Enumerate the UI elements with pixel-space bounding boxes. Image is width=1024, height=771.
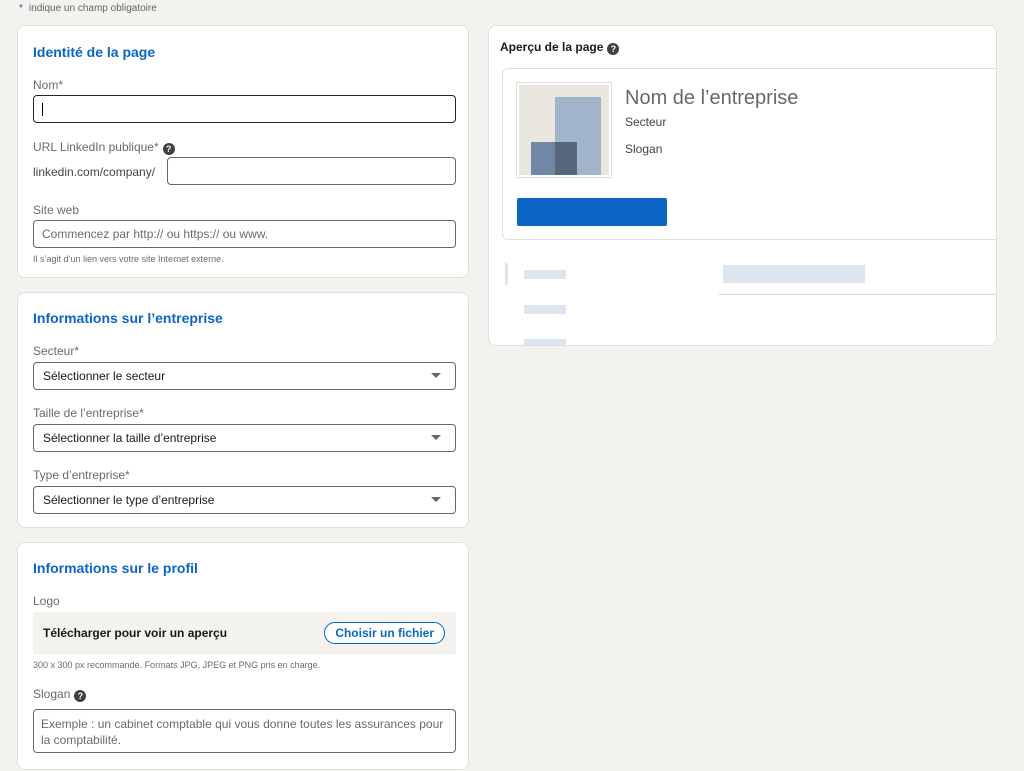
type-label: Type d’entreprise* (33, 468, 130, 482)
url-input[interactable] (167, 157, 456, 185)
website-label: Site web (33, 203, 80, 217)
skeleton-bar (524, 305, 566, 314)
preview-card: Aperçu de la page? Nom de l’entreprise S… (488, 25, 997, 346)
company-card: Informations sur l’entreprise Secteur* S… (17, 292, 469, 528)
preview-page: Nom de l’entreprise Secteur Slogan (502, 68, 996, 240)
name-label: Nom* (33, 78, 64, 92)
name-input[interactable] (33, 95, 456, 123)
preview-slogan: Slogan (625, 142, 663, 156)
size-label: Taille de l’entreprise* (33, 406, 144, 420)
slogan-input[interactable]: Exemple : un cabinet comptable qui vous … (33, 709, 456, 753)
size-select[interactable]: Sélectionner la taille d’entreprise (33, 424, 456, 452)
website-hint: Il s’agit d’un lien vers votre site Inte… (33, 254, 224, 264)
chevron-down-icon (431, 373, 441, 378)
type-select[interactable]: Sélectionner le type d’entreprise (33, 486, 456, 514)
skeleton-bar (524, 339, 566, 345)
skeleton-content-bar (723, 265, 865, 283)
skeleton-divider (719, 294, 996, 295)
logo-upload-area: Télécharger pour voir un aperçu Choisir … (33, 612, 456, 654)
skeleton-nav-item (502, 294, 701, 324)
upload-text: Télécharger pour voir un aperçu (43, 626, 228, 640)
size-select-value: Sélectionner la taille d’entreprise (43, 431, 217, 445)
company-title: Informations sur l’entreprise (33, 310, 223, 326)
skeleton-content-panel (719, 324, 996, 345)
chevron-down-icon (431, 435, 441, 440)
preview-sector: Secteur (625, 115, 667, 129)
profile-card: Informations sur le profil Logo Téléchar… (17, 542, 469, 770)
identity-title: Identité de la page (33, 44, 156, 60)
sector-select-value: Sélectionner le secteur (43, 369, 166, 383)
profile-title: Informations sur le profil (33, 560, 198, 576)
skeleton-bar (524, 270, 566, 279)
website-input[interactable] (33, 220, 456, 248)
preview-title: Aperçu de la page? (500, 40, 620, 55)
chevron-down-icon (431, 497, 441, 502)
skeleton-nav-item (502, 328, 701, 345)
choose-file-button[interactable]: Choisir un fichier (324, 622, 445, 644)
help-icon[interactable]: ? (162, 143, 175, 155)
skeleton-nav-item (502, 259, 701, 289)
required-note: * indique un champ obligatoire (19, 3, 157, 14)
type-select-value: Sélectionner le type d’entreprise (43, 493, 215, 507)
logo-block-overlap (555, 142, 577, 175)
help-icon[interactable]: ? (74, 690, 87, 702)
preview-title-text: Aperçu de la page (500, 40, 604, 54)
text-cursor (42, 103, 43, 116)
required-note-text: indique un champ obligatoire (28, 3, 157, 14)
logo-label: Logo (33, 594, 60, 608)
help-icon[interactable]: ? (607, 43, 620, 55)
preview-company-name: Nom de l’entreprise (625, 87, 799, 109)
identity-card: Identité de la page Nom* URL LinkedIn pu… (17, 25, 469, 278)
url-label-text: URL LinkedIn publique* (33, 140, 159, 154)
sector-select[interactable]: Sélectionner le secteur (33, 362, 456, 390)
required-star: * (19, 3, 23, 14)
skeleton-indicator (505, 263, 508, 285)
preview-follow-button (517, 198, 667, 226)
slogan-label-text: Slogan (33, 687, 71, 701)
url-prefix: linkedin.com/company/ (33, 165, 156, 179)
sector-label: Secteur* (33, 344, 80, 358)
slogan-label: Slogan? (33, 687, 87, 702)
logo-hint: 300 x 300 px recommandé. Formats JPG, JP… (33, 660, 321, 670)
company-logo-placeholder (516, 82, 612, 178)
url-label: URL LinkedIn publique*? (33, 140, 175, 155)
logo-background (519, 85, 609, 175)
